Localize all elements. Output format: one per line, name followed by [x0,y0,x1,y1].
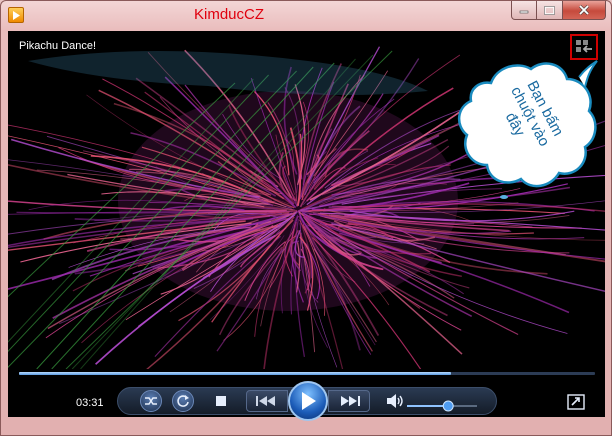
media-player-icon[interactable] [8,7,24,23]
previous-icon [256,396,275,406]
media-title: Pikachu Dance! [19,40,97,52]
repeat-button[interactable] [172,390,194,412]
play-icon [302,392,316,410]
shuffle-icon [145,397,157,405]
control-panel: 03:31 [8,369,605,421]
maximize-icon [544,5,555,15]
stop-icon [216,396,226,406]
previous-button[interactable] [246,390,288,412]
close-icon [578,5,590,15]
seek-progress [19,372,451,375]
title-bar[interactable]: KimducCZ [1,1,611,29]
fullscreen-icon [567,394,585,410]
player-window: KimducCZ Pikachu Dance! Bạn bấm chuột và… [0,0,612,436]
video-area[interactable]: Pikachu Dance! Bạn bấm chuột vào đây [8,31,605,399]
minimize-button[interactable] [511,1,537,20]
window-title: KimducCZ [194,6,265,23]
next-button[interactable] [328,390,370,412]
play-button[interactable] [288,381,328,421]
close-button[interactable] [563,1,606,20]
window-controls [511,1,606,21]
switch-to-library-icon [576,40,592,53]
volume-slider[interactable] [407,400,477,412]
speaker-icon [387,394,403,408]
seek-bar[interactable] [19,372,595,375]
shuffle-button[interactable] [140,390,162,412]
fullscreen-button[interactable] [567,394,585,410]
next-icon [341,396,360,406]
mute-button[interactable] [386,392,406,410]
repeat-icon [177,395,189,407]
stop-button[interactable] [214,394,228,408]
callout-bubble: Bạn bấm chuột vào đây [451,57,599,197]
maximize-button[interactable] [537,1,563,20]
minimize-icon [519,10,529,14]
elapsed-time: 03:31 [76,397,104,409]
